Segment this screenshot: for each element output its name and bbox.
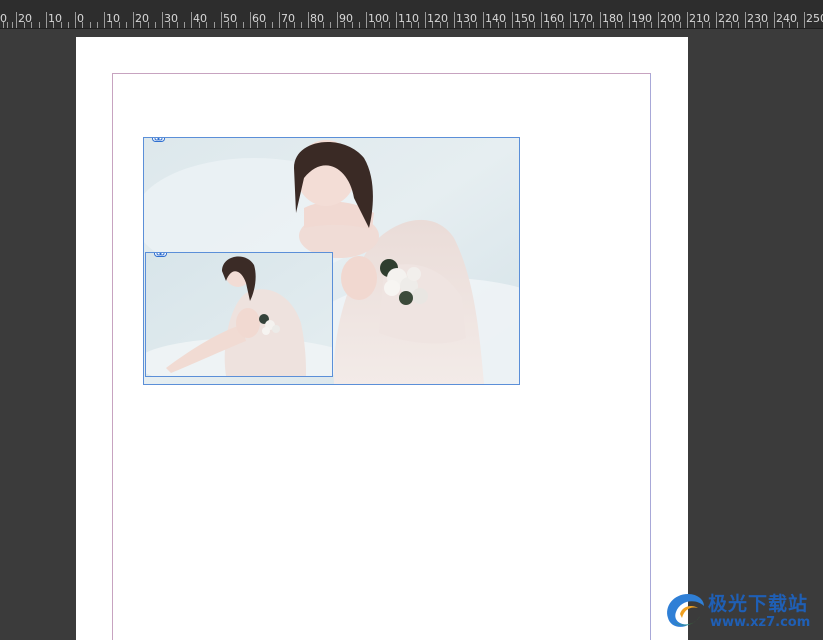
image-frame-small[interactable]	[145, 252, 333, 377]
ruler-label: 250	[806, 12, 823, 25]
ruler-label: 110	[398, 12, 419, 25]
ruler-label: 20	[135, 12, 149, 25]
ruler-major-tick	[658, 12, 659, 28]
ruler-label: 230	[747, 12, 768, 25]
ruler-major-tick	[570, 12, 571, 28]
horizontal-ruler[interactable]: 0 20 10 0 10 20 30 40 50 60 70 80 90 100 110 120 130 140 1…	[0, 0, 823, 28]
ruler-label: 180	[602, 12, 623, 25]
ruler-label: 220	[718, 12, 739, 25]
ruler-major-tick	[250, 12, 251, 28]
ruler-major-tick	[512, 12, 513, 28]
ruler-label: 10	[106, 12, 120, 25]
ruler-major-tick	[804, 12, 805, 28]
ruler-major-tick	[396, 12, 397, 28]
ruler-major-tick	[337, 12, 338, 28]
ruler-label: 40	[193, 12, 207, 25]
ruler-major-tick	[221, 12, 222, 28]
ruler-major-tick	[687, 12, 688, 28]
ruler-label: 100	[368, 12, 389, 25]
ruler-label: 190	[631, 12, 652, 25]
ruler-label: 160	[543, 12, 564, 25]
ruler-major-tick	[774, 12, 775, 28]
ruler-label: 20	[18, 12, 32, 25]
watermark-brand: 极光下载站	[708, 593, 809, 615]
ruler-major-tick	[162, 12, 163, 28]
ruler-major-tick	[600, 12, 601, 28]
ruler-label: 30	[164, 12, 178, 25]
ruler-major-tick	[308, 12, 309, 28]
ruler-label: 200	[660, 12, 681, 25]
ruler-major-tick	[425, 12, 426, 28]
link-icon[interactable]	[152, 137, 165, 142]
ruler-label: 120	[427, 12, 448, 25]
ruler-major-tick	[366, 12, 367, 28]
ruler-label: 10	[48, 12, 62, 25]
ruler-major-tick	[279, 12, 280, 28]
indesign-workspace: 0 20 10 0 10 20 30 40 50 60 70 80 90 100 110 120 130 140 1…	[0, 0, 823, 640]
ruler-major-tick	[46, 12, 47, 28]
ruler-label: 140	[485, 12, 506, 25]
ruler-label: 150	[514, 12, 535, 25]
ruler-label: 90	[339, 12, 353, 25]
ruler-major-tick	[716, 12, 717, 28]
ruler-major-tick	[133, 12, 134, 28]
ruler-label: 70	[281, 12, 295, 25]
ruler-major-tick	[75, 12, 76, 28]
ruler-major-tick	[104, 12, 105, 28]
link-icon[interactable]	[154, 252, 167, 257]
watermark: 极光下载站 www.xz7.com	[660, 586, 820, 636]
ruler-label: 80	[310, 12, 324, 25]
ruler-label: 50	[223, 12, 237, 25]
ruler-label: 170	[572, 12, 593, 25]
ruler-label: 240	[776, 12, 797, 25]
ruler-major-tick	[483, 12, 484, 28]
ruler-label: 130	[456, 12, 477, 25]
ruler-major-tick	[191, 12, 192, 28]
ruler-major-tick	[541, 12, 542, 28]
ruler-label: 210	[689, 12, 710, 25]
ruler-major-tick	[629, 12, 630, 28]
watermark-url: www.xz7.com	[710, 615, 811, 630]
ruler-major-tick	[745, 12, 746, 28]
ruler-major-tick	[16, 12, 17, 28]
swirl-logo-icon	[667, 594, 704, 627]
ruler-label: 60	[252, 12, 266, 25]
photo-small	[146, 253, 332, 376]
ruler-major-tick	[454, 12, 455, 28]
